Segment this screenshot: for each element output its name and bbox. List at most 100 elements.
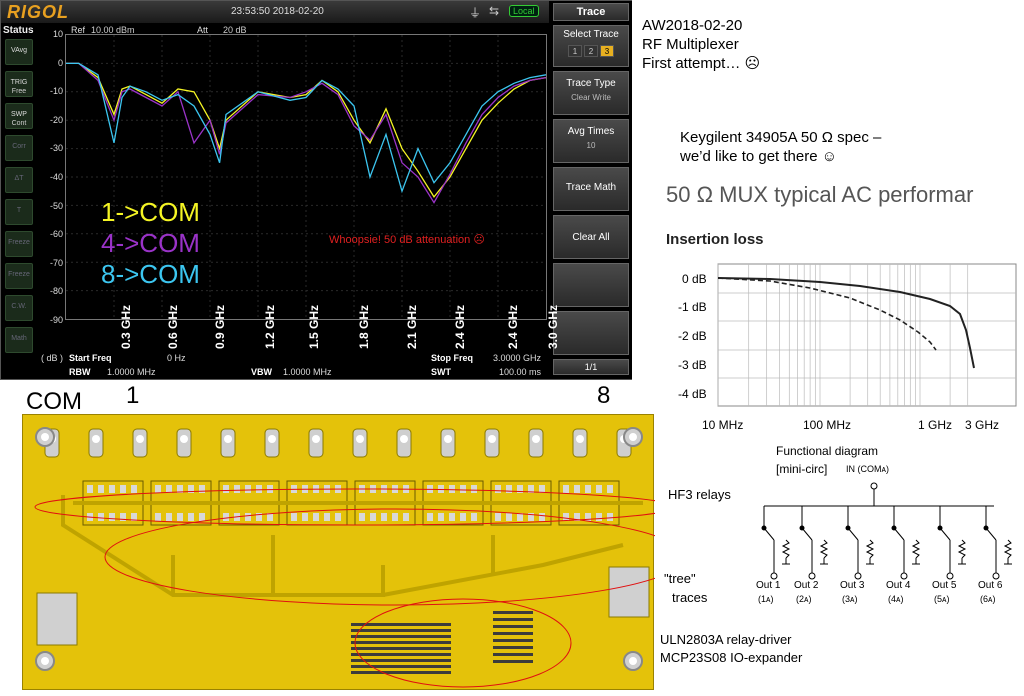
status-button-label: SWP	[11, 111, 27, 118]
status-button-label: Freeze	[8, 239, 30, 246]
page-indicator[interactable]: 1/1	[553, 359, 629, 375]
y-tick-label: -10	[49, 86, 63, 97]
status-button-sub: Cont	[11, 120, 27, 127]
y-tick-label: -20	[49, 114, 63, 125]
empty-softkey-5[interactable]	[553, 263, 629, 307]
attenuation-annotation: Whoopsie! 50 dB attenuation ☹	[329, 234, 485, 246]
note-title: RF Multiplexer	[642, 36, 739, 53]
y-tick-label: 10	[52, 29, 63, 39]
x-tick-label: 2.1 GHz	[405, 304, 419, 349]
mcp-label: MCP23S08 IO-expander	[660, 650, 803, 665]
note-attempt: First attempt… ☹	[642, 55, 761, 72]
pcb-port-1-label: 1	[126, 382, 140, 409]
status-button-6[interactable]: T	[5, 199, 33, 225]
insertion-loss-title: Insertion loss	[666, 231, 764, 248]
legend-4-com: 4->COM	[101, 228, 200, 258]
y-tick-label: -50	[49, 200, 63, 211]
status-button-9[interactable]: C.W.	[5, 295, 33, 321]
trace-2-option[interactable]: 2	[584, 45, 598, 57]
swt-label: SWT	[431, 367, 451, 377]
status-button-10[interactable]: Math	[5, 327, 33, 353]
out-label-4: Out 4	[886, 580, 911, 591]
start-freq-value: 0 Hz	[167, 353, 186, 363]
x-tick-label: 1.8 GHz	[357, 304, 371, 349]
vbw-value: 1.0000 MHz	[283, 367, 332, 377]
clear-all-label: Clear All	[572, 232, 610, 243]
trace-3-option[interactable]: 3	[600, 45, 614, 57]
il-ytick-0: 0 dB	[682, 272, 707, 286]
spectrum-analyzer-screen: RIGOL 23:53:50 2018-02-20 ⏚ ⇆ Local Stat…	[0, 0, 632, 380]
spec-note: Keygilent 34905A 50 Ω spec – we’d like t…	[680, 128, 881, 166]
out-sub-label-6: (6ᴀ)	[980, 594, 996, 604]
note-date: AW2018-02-20	[642, 17, 743, 34]
clear-all-button[interactable]: Clear All	[553, 215, 629, 259]
spec-line-1: Keygilent 34905A 50 Ω spec –	[680, 129, 882, 146]
status-button-5[interactable]: ΔT	[5, 167, 33, 193]
status-button-label: Freeze	[8, 271, 30, 278]
diagram-title: Functional diagram	[776, 444, 879, 458]
x-tick-label: 0.9 GHz	[213, 304, 227, 349]
trace-series-3	[66, 62, 547, 194]
out-sub-label-5: (5ᴀ)	[934, 594, 950, 604]
x-tick-label: 3.0 GHz	[546, 304, 560, 349]
out-label-5: Out 5	[932, 580, 957, 591]
status-button-4[interactable]: Corr	[5, 135, 33, 161]
notes-header: AW2018-02-20 RF Multiplexer First attemp…	[642, 16, 760, 73]
y-tick-label: -60	[49, 229, 63, 240]
instrument-top-bar: RIGOL 23:53:50 2018-02-20 ⏚ ⇆ Local	[1, 1, 549, 23]
insertion-loss-chart: 0 dB -1 dB -2 dB -3 dB -4 dB 10 MHz 100 …	[660, 258, 1020, 438]
out-sub-label-1: (1ᴀ)	[758, 594, 774, 604]
il-ytick-2: -2 dB	[678, 329, 707, 343]
avg-times-label: Avg Times	[567, 126, 615, 137]
legend-8-com: 8->COM	[101, 259, 200, 289]
usb-icon: ⏚	[469, 6, 482, 20]
y-tick-label: 0	[57, 57, 63, 68]
status-button-7[interactable]: Freeze	[5, 231, 33, 257]
rbw-label: RBW	[69, 367, 91, 377]
status-button-8[interactable]: Freeze	[5, 263, 33, 289]
pcb-layout-svg	[34, 427, 686, 688]
il-ytick-1: -1 dB	[678, 300, 707, 314]
trace-type-label: Trace Type	[566, 78, 616, 89]
start-freq-label: Start Freq	[69, 353, 112, 363]
status-button-label: T	[16, 207, 22, 214]
out-label-3: Out 3	[840, 580, 865, 591]
out-label-1: Out 1	[756, 580, 781, 591]
trace-math-label: Trace Math	[565, 182, 617, 193]
status-button-label: Math	[11, 335, 27, 342]
trace-type-button[interactable]: Trace Type Clear Write	[553, 71, 629, 115]
spec-line-2: we’d like to get there ☺	[680, 148, 838, 165]
status-button-2[interactable]: TRIG Free	[5, 71, 33, 97]
uln-label: ULN2803A relay-driver	[660, 632, 792, 647]
trace-math-button[interactable]: Trace Math	[553, 167, 629, 211]
rigol-logo: RIGOL	[7, 2, 69, 22]
spec-heading: 50 Ω MUX typical AC performar	[666, 182, 974, 207]
x-tick-label: 0.3 GHz	[119, 304, 133, 349]
y-tick-label: -40	[49, 172, 63, 182]
select-trace-button[interactable]: Select Trace 123	[553, 25, 629, 67]
y-tick-label: -30	[49, 143, 63, 154]
swt-value: 100.00 ms	[499, 367, 542, 377]
out-sub-label-3: (3ᴀ)	[842, 594, 858, 604]
il-xtick-3: 3 GHz	[965, 418, 1000, 432]
avg-times-button[interactable]: Avg Times 10	[553, 119, 629, 163]
y-tick-label: -70	[49, 257, 63, 268]
il-xtick-1: 100 MHz	[803, 418, 852, 432]
status-button-3[interactable]: SWP Cont	[5, 103, 33, 129]
status-button-sub: Free	[11, 88, 27, 95]
empty-softkey-6[interactable]	[553, 311, 629, 355]
y-unit: ( dB )	[41, 353, 64, 363]
x-tick-label: 2.4 GHz	[506, 304, 520, 349]
il-ytick-3: -3 dB	[678, 358, 707, 372]
il-xtick-0: 10 MHz	[702, 418, 744, 432]
trace-1-option[interactable]: 1	[568, 45, 582, 57]
tree-label-2: traces	[672, 590, 708, 605]
tree-label-1: "tree"	[664, 571, 696, 586]
vbw-label: VBW	[251, 367, 272, 377]
y-tick-label: -90	[49, 315, 63, 325]
select-trace-label: Select Trace	[563, 29, 619, 40]
out-label-2: Out 2	[794, 580, 819, 591]
status-button-1[interactable]: VAvg	[5, 39, 33, 65]
y-tick-label: -80	[49, 286, 63, 297]
il-xtick-2: 1 GHz	[918, 418, 953, 432]
